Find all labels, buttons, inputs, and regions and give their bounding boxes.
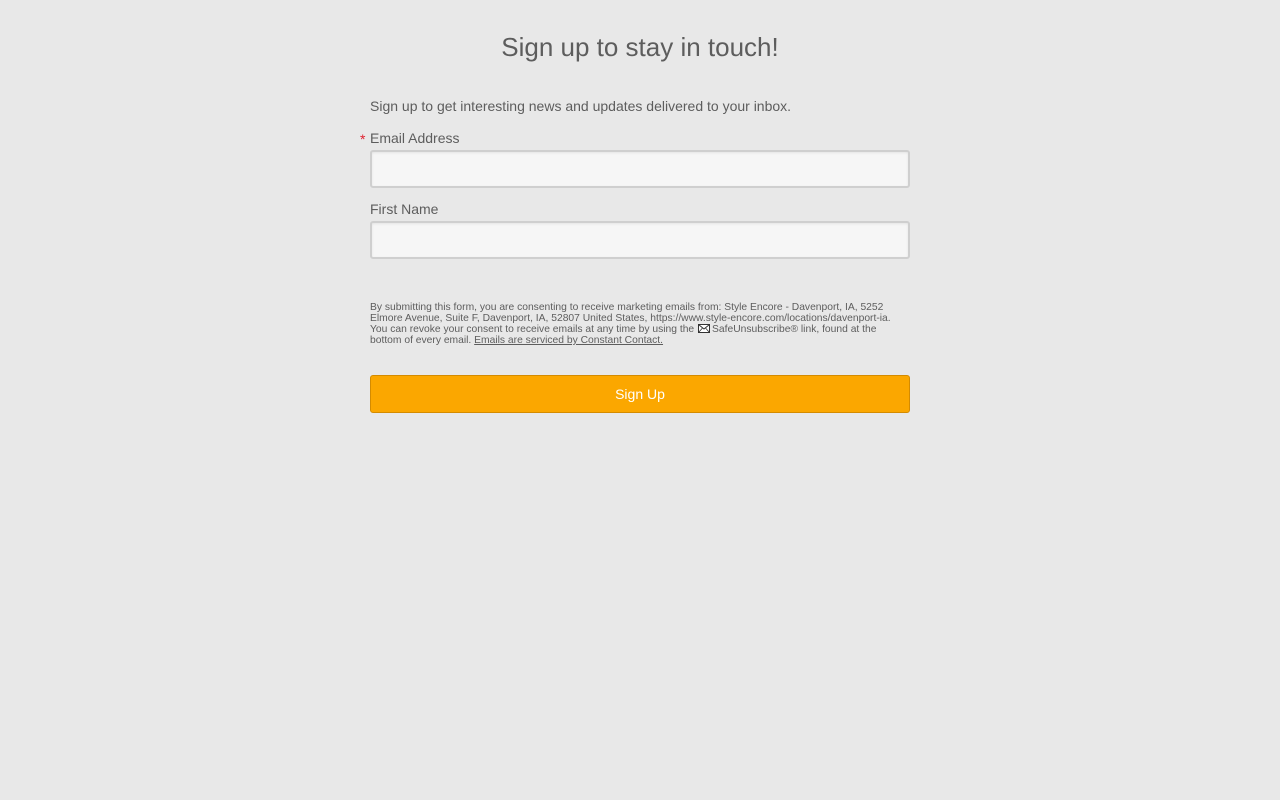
first-name-input[interactable] [370, 221, 910, 259]
signup-form: Sign up to stay in touch! Sign up to get… [360, 0, 910, 413]
envelope-icon [698, 324, 711, 333]
first-name-field-group: First Name [370, 201, 910, 259]
email-input[interactable] [370, 150, 910, 188]
page-title: Sign up to stay in touch! [501, 32, 779, 62]
email-field-group: * Email Address [360, 130, 910, 188]
required-indicator: * [360, 131, 366, 147]
email-label: Email Address [370, 130, 460, 146]
constant-contact-link[interactable]: Emails are serviced by Constant Contact. [474, 335, 663, 346]
first-name-label: First Name [370, 201, 439, 217]
consent-text: By submitting this form, you are consent… [370, 302, 910, 346]
intro-text: Sign up to get interesting news and upda… [370, 98, 792, 114]
sign-up-button[interactable]: Sign Up [370, 375, 910, 413]
